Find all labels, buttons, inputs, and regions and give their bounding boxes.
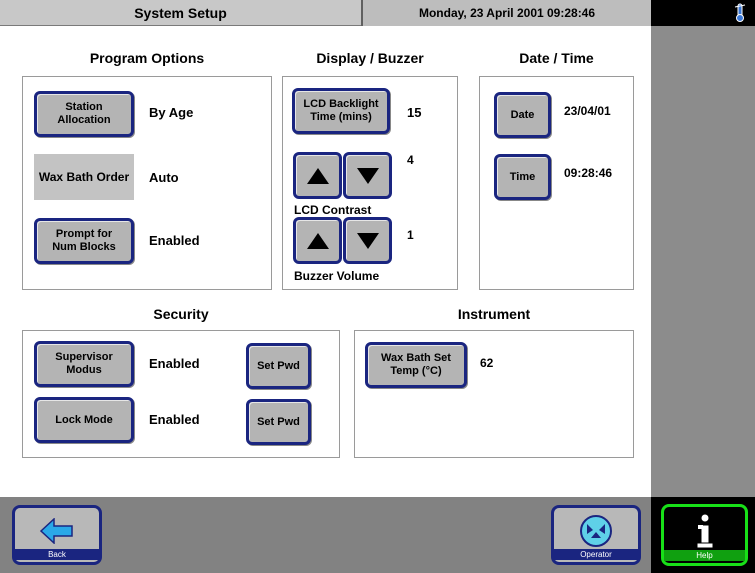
station-allocation-value: By Age: [149, 105, 194, 120]
operator-button[interactable]: Operator: [551, 505, 641, 565]
right-side-strip: [651, 26, 755, 497]
date-button[interactable]: Date: [494, 92, 551, 138]
thermometer-icon: [734, 3, 746, 22]
title-bar: System Setup Monday, 23 April 2001 09:28…: [0, 0, 651, 26]
wax-bath-order-button[interactable]: Wax Bath Order: [34, 154, 134, 200]
arrow-up-icon: [306, 232, 329, 249]
arrow-down-icon: [356, 167, 379, 184]
buzzer-volume-value: 1: [407, 228, 414, 242]
program-options-heading: Program Options: [89, 50, 205, 66]
date-time-heading: Date / Time: [519, 50, 594, 66]
arrow-down-icon: [356, 232, 379, 249]
back-label: Back: [15, 549, 99, 560]
supervisor-modus-value: Enabled: [149, 356, 200, 371]
date-value: 23/04/01: [564, 104, 611, 118]
display-buzzer-heading: Display / Buzzer: [316, 50, 424, 66]
time-button[interactable]: Time: [494, 154, 551, 200]
lcd-contrast-value: 4: [407, 153, 414, 167]
datetime-display: Monday, 23 April 2001 09:28:46: [363, 0, 651, 26]
help-button[interactable]: Help: [661, 504, 748, 566]
instrument-heading: Instrument: [457, 306, 531, 322]
lock-mode-set-pwd-button[interactable]: Set Pwd: [246, 399, 311, 445]
station-allocation-button[interactable]: Station Allocation: [34, 91, 134, 137]
lock-mode-value: Enabled: [149, 412, 200, 427]
info-icon: [696, 513, 714, 549]
buzzer-volume-down-button[interactable]: [343, 217, 392, 264]
status-corner: [651, 0, 755, 26]
wax-bath-temp-button[interactable]: Wax Bath Set Temp (°C): [365, 342, 467, 388]
wax-bath-temp-value: 62: [480, 356, 494, 370]
prompt-num-blocks-value: Enabled: [149, 233, 200, 248]
back-arrow-icon: [40, 518, 73, 544]
security-heading: Security: [153, 306, 209, 322]
help-label: Help: [664, 550, 745, 561]
lock-mode-button[interactable]: Lock Mode: [34, 397, 134, 443]
buzzer-volume-up-button[interactable]: [293, 217, 342, 264]
operator-icon: [580, 515, 612, 547]
lcd-backlight-value: 15: [407, 105, 422, 120]
lcd-contrast-up-button[interactable]: [293, 152, 342, 199]
wax-bath-order-value: Auto: [149, 170, 179, 185]
arrow-up-icon: [306, 167, 329, 184]
lcd-contrast-down-button[interactable]: [343, 152, 392, 199]
supervisor-set-pwd-button[interactable]: Set Pwd: [246, 343, 311, 389]
lcd-contrast-label: LCD Contrast: [294, 203, 372, 217]
supervisor-modus-button[interactable]: Supervisor Modus: [34, 341, 134, 387]
buzzer-volume-label: Buzzer Volume: [294, 269, 380, 283]
operator-label: Operator: [554, 549, 638, 560]
screen-title: System Setup: [0, 0, 363, 26]
back-button[interactable]: Back: [12, 505, 102, 565]
time-value: 09:28:46: [564, 166, 613, 180]
prompt-num-blocks-button[interactable]: Prompt for Num Blocks: [34, 218, 134, 264]
lcd-backlight-button[interactable]: LCD Backlight Time (mins): [292, 88, 390, 134]
